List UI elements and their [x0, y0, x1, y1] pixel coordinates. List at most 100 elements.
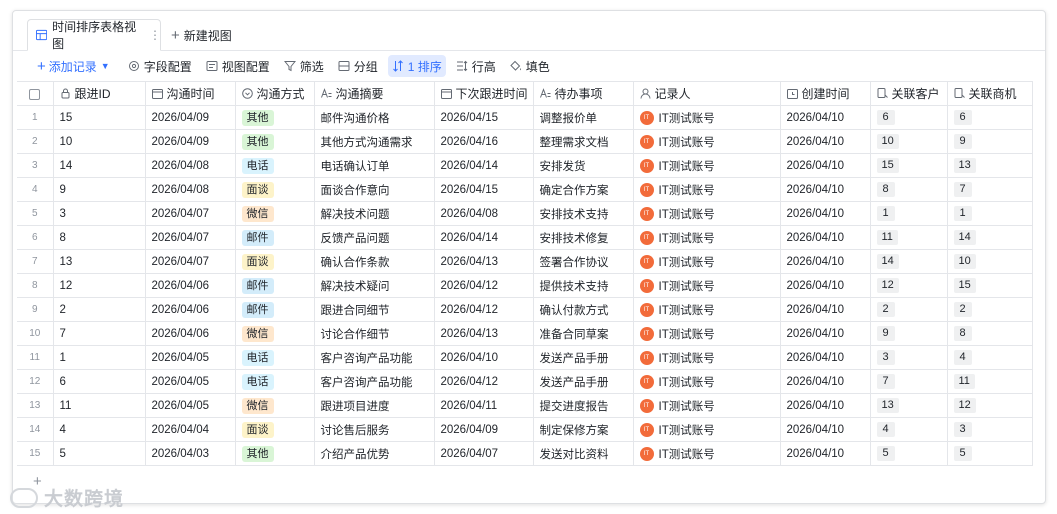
- cell-time[interactable]: 2026/04/08: [145, 177, 236, 202]
- cell-summary[interactable]: 讨论合作细节: [314, 321, 435, 346]
- cell-summary[interactable]: 客户咨询产品功能: [314, 369, 435, 394]
- cell-summary[interactable]: 解决技术问题: [314, 201, 435, 226]
- cell-id[interactable]: 6: [53, 369, 146, 394]
- cell-next[interactable]: 2026/04/15: [434, 177, 534, 202]
- cell-summary[interactable]: 确认合作条款: [314, 249, 435, 274]
- cell-id[interactable]: 8: [53, 225, 146, 250]
- cell-summary[interactable]: 跟进项目进度: [314, 393, 435, 418]
- cell-time[interactable]: 2026/04/04: [145, 417, 236, 442]
- cell-customer[interactable]: 2: [870, 297, 948, 322]
- cell-customer[interactable]: 14: [870, 249, 948, 274]
- cell-method[interactable]: 电话: [235, 153, 315, 178]
- cell-id[interactable]: 1: [53, 345, 146, 370]
- table-row[interactable]: 2 10 2026/04/09 其他 其他方式沟通需求 2026/04/16 整理需求文档 I…: [17, 129, 1033, 154]
- table-row[interactable]: 13 11 2026/04/05 微信 跟进项目进度 2026/04/11 提交进度报告 IT…: [17, 393, 1033, 418]
- cell-method[interactable]: 面谈: [235, 177, 315, 202]
- cell-customer[interactable]: 11: [870, 225, 948, 250]
- cell-opportunity[interactable]: 3: [947, 417, 1033, 442]
- cell-customer[interactable]: 4: [870, 417, 948, 442]
- cell-opportunity[interactable]: 12: [947, 393, 1033, 418]
- cell-todo[interactable]: 发送产品手册: [533, 369, 634, 394]
- cell-todo[interactable]: 安排技术修复: [533, 225, 634, 250]
- cell-time[interactable]: 2026/04/06: [145, 273, 236, 298]
- select-all-checkbox[interactable]: [17, 81, 54, 106]
- cell-created[interactable]: 2026/04/10: [780, 369, 871, 394]
- sort-button[interactable]: 1 排序: [387, 55, 446, 77]
- cell-todo[interactable]: 确定合作方案: [533, 177, 634, 202]
- cell-todo[interactable]: 安排发货: [533, 153, 634, 178]
- view-config-button[interactable]: 视图配置: [202, 55, 274, 77]
- cell-method[interactable]: 邮件: [235, 225, 315, 250]
- cell-next[interactable]: 2026/04/11: [434, 393, 534, 418]
- cell-recorder[interactable]: IT IT测试账号: [633, 129, 781, 154]
- cell-recorder[interactable]: IT IT测试账号: [633, 297, 781, 322]
- cell-created[interactable]: 2026/04/10: [780, 393, 871, 418]
- cell-summary[interactable]: 跟进合同细节: [314, 297, 435, 322]
- cell-created[interactable]: 2026/04/10: [780, 249, 871, 274]
- cell-customer[interactable]: 5: [870, 441, 948, 466]
- cell-method[interactable]: 邮件: [235, 297, 315, 322]
- cell-summary[interactable]: 客户咨询产品功能: [314, 345, 435, 370]
- cell-next[interactable]: 2026/04/14: [434, 225, 534, 250]
- cell-recorder[interactable]: IT IT测试账号: [633, 153, 781, 178]
- cell-todo[interactable]: 安排技术支持: [533, 201, 634, 226]
- cell-todo[interactable]: 签署合作协议: [533, 249, 634, 274]
- cell-time[interactable]: 2026/04/08: [145, 153, 236, 178]
- cell-customer[interactable]: 1: [870, 201, 948, 226]
- cell-opportunity[interactable]: 1: [947, 201, 1033, 226]
- cell-todo[interactable]: 提交进度报告: [533, 393, 634, 418]
- cell-created[interactable]: 2026/04/10: [780, 417, 871, 442]
- cell-recorder[interactable]: IT IT测试账号: [633, 345, 781, 370]
- cell-time[interactable]: 2026/04/09: [145, 129, 236, 154]
- cell-summary[interactable]: 面谈合作意向: [314, 177, 435, 202]
- cell-recorder[interactable]: IT IT测试账号: [633, 393, 781, 418]
- cell-time[interactable]: 2026/04/05: [145, 369, 236, 394]
- cell-id[interactable]: 3: [53, 201, 146, 226]
- cell-next[interactable]: 2026/04/12: [434, 297, 534, 322]
- cell-next[interactable]: 2026/04/10: [434, 345, 534, 370]
- cell-opportunity[interactable]: 13: [947, 153, 1033, 178]
- cell-recorder[interactable]: IT IT测试账号: [633, 105, 781, 130]
- cell-next[interactable]: 2026/04/12: [434, 273, 534, 298]
- add-record-button[interactable]: + 添加记录 ▼: [33, 55, 114, 77]
- cell-id[interactable]: 10: [53, 129, 146, 154]
- cell-id[interactable]: 13: [53, 249, 146, 274]
- table-row[interactable]: 12 6 2026/04/05 电话 客户咨询产品功能 2026/04/12 发送产品手册 I…: [17, 369, 1033, 394]
- table-row[interactable]: 14 4 2026/04/04 面谈 讨论售后服务 2026/04/09 制定保修方案 IT I…: [17, 417, 1033, 442]
- cell-customer[interactable]: 15: [870, 153, 948, 178]
- cell-id[interactable]: 2: [53, 297, 146, 322]
- cell-opportunity[interactable]: 15: [947, 273, 1033, 298]
- cell-recorder[interactable]: IT IT测试账号: [633, 369, 781, 394]
- cell-opportunity[interactable]: 9: [947, 129, 1033, 154]
- field-config-button[interactable]: 字段配置: [124, 55, 196, 77]
- vertical-scrollbar[interactable]: [1033, 81, 1041, 471]
- cell-opportunity[interactable]: 6: [947, 105, 1033, 130]
- cell-customer[interactable]: 3: [870, 345, 948, 370]
- cell-customer[interactable]: 12: [870, 273, 948, 298]
- cell-created[interactable]: 2026/04/10: [780, 201, 871, 226]
- cell-created[interactable]: 2026/04/10: [780, 153, 871, 178]
- cell-opportunity[interactable]: 7: [947, 177, 1033, 202]
- cell-todo[interactable]: 制定保修方案: [533, 417, 634, 442]
- column-header[interactable]: 沟通方式: [235, 81, 315, 106]
- cell-summary[interactable]: 其他方式沟通需求: [314, 129, 435, 154]
- cell-next[interactable]: 2026/04/16: [434, 129, 534, 154]
- cell-customer[interactable]: 6: [870, 105, 948, 130]
- cell-customer[interactable]: 13: [870, 393, 948, 418]
- cell-created[interactable]: 2026/04/10: [780, 177, 871, 202]
- table-row[interactable]: 3 14 2026/04/08 电话 电话确认订单 2026/04/14 安排发货 IT IT测…: [17, 153, 1033, 178]
- cell-summary[interactable]: 邮件沟通价格: [314, 105, 435, 130]
- cell-created[interactable]: 2026/04/10: [780, 321, 871, 346]
- cell-summary[interactable]: 解决技术疑问: [314, 273, 435, 298]
- column-header[interactable]: 沟通摘要: [314, 81, 435, 106]
- cell-customer[interactable]: 10: [870, 129, 948, 154]
- filter-button[interactable]: 筛选: [280, 55, 328, 77]
- cell-opportunity[interactable]: 10: [947, 249, 1033, 274]
- cell-recorder[interactable]: IT IT测试账号: [633, 249, 781, 274]
- cell-recorder[interactable]: IT IT测试账号: [633, 321, 781, 346]
- cell-opportunity[interactable]: 8: [947, 321, 1033, 346]
- cell-opportunity[interactable]: 14: [947, 225, 1033, 250]
- cell-next[interactable]: 2026/04/09: [434, 417, 534, 442]
- cell-opportunity[interactable]: 2: [947, 297, 1033, 322]
- cell-id[interactable]: 12: [53, 273, 146, 298]
